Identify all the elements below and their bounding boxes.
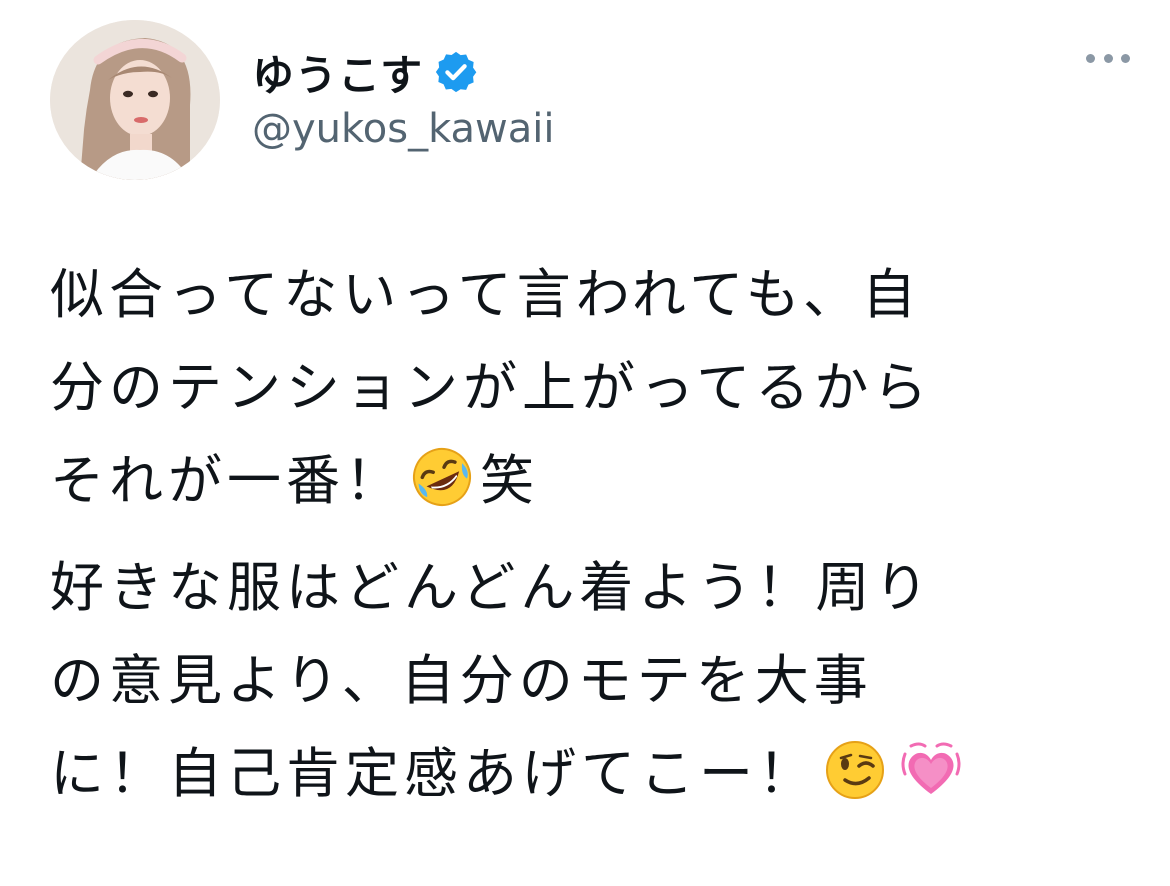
verified-badge-icon [436, 51, 477, 93]
tweet-text: 似合ってないって言われても、自 分のテンションが上がってるから それが一番！ 笑 [50, 248, 1130, 820]
tweet: ゆうこす @yukos_kawaii 似合ってないって言われても、自 分のテンシ… [0, 0, 1170, 886]
text-line: に！自己肯定感あげてこー！ [50, 727, 1130, 820]
text-segment: それが一番！ [50, 449, 404, 512]
text-segment: に！自己肯定感あげてこー！ [50, 742, 817, 805]
more-dot [1086, 53, 1095, 63]
text-line: 似合ってないって言われても、自 [50, 263, 921, 326]
more-dot [1121, 53, 1130, 63]
display-name[interactable]: ゆうこす [252, 42, 423, 103]
winking-face-emoji-icon [826, 741, 884, 799]
rolling-on-floor-laughing-emoji-icon [413, 448, 471, 506]
more-dot [1103, 53, 1113, 63]
display-name-row: ゆうこす [252, 44, 479, 100]
handle[interactable]: @yukos_kawaii [252, 106, 555, 152]
text-line: それが一番！ 笑 [50, 434, 1130, 527]
text-line: の意見より、自分のモテを大事 [50, 649, 873, 712]
avatar-photo-icon [50, 20, 220, 180]
tweet-header: ゆうこす @yukos_kawaii [50, 20, 1130, 190]
growing-heart-emoji-icon [901, 742, 961, 794]
more-horizontal-icon[interactable] [1086, 46, 1130, 70]
text-line: 分のテンションが上がってるから [50, 356, 933, 419]
avatar[interactable] [50, 20, 220, 180]
text-line: 好きな服はどんどん着よう！周り [50, 556, 934, 619]
paragraph-2: 好きな服はどんどん着よう！周り の意見より、自分のモテを大事 に！自己肯定感あげ… [50, 541, 1130, 820]
paragraph-1: 似合ってないって言われても、自 分のテンションが上がってるから それが一番！ 笑 [50, 248, 1130, 527]
text-segment: 笑 [480, 449, 539, 512]
